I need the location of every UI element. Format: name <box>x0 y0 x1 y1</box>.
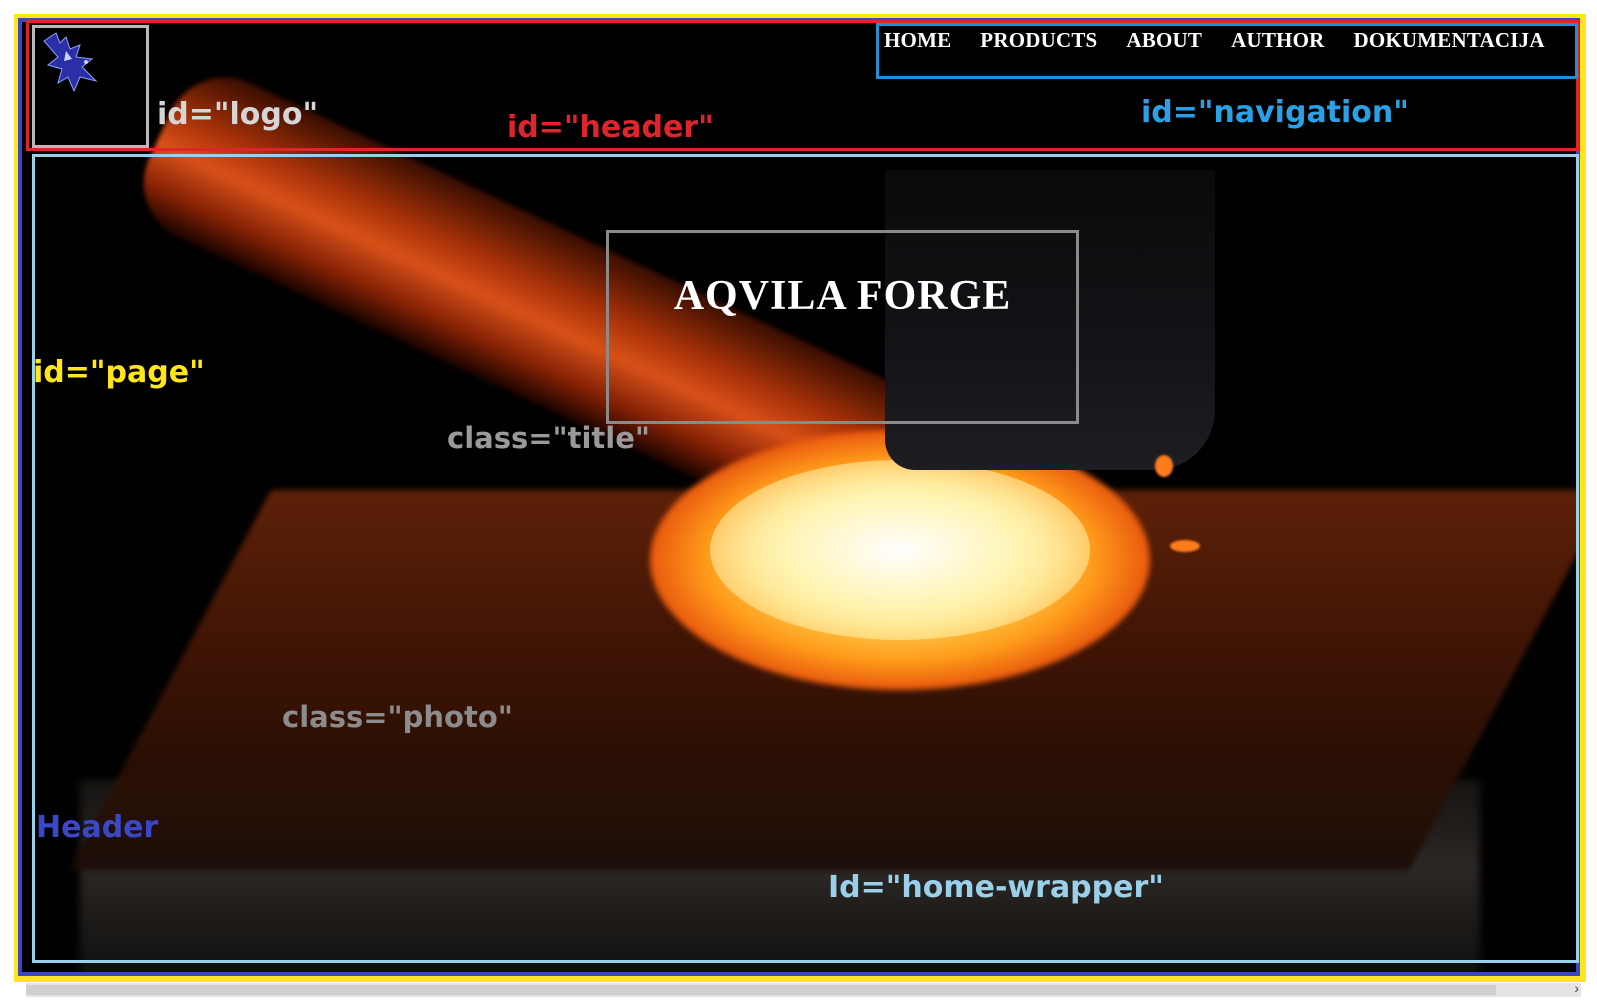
annotation-logo: id="logo" <box>157 97 319 132</box>
nav-home[interactable]: HOME <box>884 28 951 53</box>
horizontal-scrollbar[interactable]: › <box>26 980 1581 997</box>
chevron-right-icon[interactable]: › <box>1574 980 1579 996</box>
nav-dokumentacija[interactable]: DOKUMENTACIJA <box>1353 28 1544 53</box>
annotation-home-wrapper: Id="home-wrapper" <box>828 870 1164 905</box>
annotation-header-region: Header <box>36 810 159 845</box>
annotation-title: class="title" <box>447 421 651 455</box>
eagle-icon[interactable] <box>36 29 106 99</box>
scrollbar-thumb[interactable] <box>26 985 1496 995</box>
site-title: AQVILA FORGE <box>673 273 1012 319</box>
annotation-header: id="header" <box>507 110 714 145</box>
navigation: HOME PRODUCTS ABOUT AUTHOR DOKUMENTACIJA <box>884 28 1545 53</box>
title-frame <box>606 230 1079 424</box>
annotation-photo: class="photo" <box>282 700 513 734</box>
nav-products[interactable]: PRODUCTS <box>980 28 1097 53</box>
nav-author[interactable]: AUTHOR <box>1231 28 1324 53</box>
nav-about[interactable]: ABOUT <box>1126 28 1202 53</box>
annotation-navigation: id="navigation" <box>1141 95 1409 130</box>
annotation-page: id="page" <box>33 355 205 390</box>
